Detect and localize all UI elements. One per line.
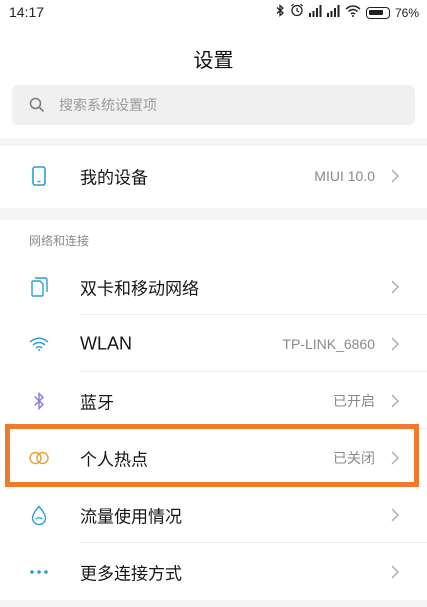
search-placeholder: 搜索系统设置项 bbox=[59, 98, 157, 114]
chevron-right-icon bbox=[391, 564, 400, 579]
status-icons: 76% bbox=[276, 3, 419, 22]
dual-sim-icon bbox=[28, 276, 50, 298]
wifi-icon bbox=[28, 333, 50, 355]
page-title: 设置 bbox=[193, 48, 234, 72]
row-label: 流量使用情况 bbox=[80, 507, 182, 527]
row-bluetooth[interactable]: 蓝牙 已开启 bbox=[0, 372, 427, 429]
row-more-connections[interactable]: 更多连接方式 bbox=[0, 543, 427, 600]
chevron-right-icon bbox=[391, 450, 400, 465]
row-data-usage[interactable]: 流量使用情况 bbox=[0, 486, 427, 543]
more-icon bbox=[28, 561, 50, 583]
row-label: 更多连接方式 bbox=[80, 564, 182, 584]
row-label: 个人热点 bbox=[80, 450, 148, 470]
row-label: 蓝牙 bbox=[80, 393, 114, 413]
search-icon bbox=[29, 97, 45, 113]
bluetooth-icon bbox=[28, 390, 50, 412]
signal-icon bbox=[326, 4, 340, 22]
my-device-label: 我的设备 bbox=[80, 168, 148, 188]
row-value: TP-LINK_6860 bbox=[282, 335, 375, 352]
row-hotspot[interactable]: 个人热点 已关闭 bbox=[0, 429, 427, 486]
separator bbox=[0, 138, 427, 146]
search-input[interactable]: 搜索系统设置项 bbox=[12, 85, 415, 125]
hotspot-icon bbox=[28, 447, 50, 469]
status-time: 14:17 bbox=[9, 4, 45, 20]
data-usage-icon bbox=[28, 504, 50, 526]
chevron-right-icon bbox=[391, 279, 400, 294]
my-device-row[interactable]: 我的设备 MIUI 10.0 bbox=[0, 147, 427, 204]
my-device-value: MIUI 10.0 bbox=[314, 167, 375, 184]
separator bbox=[0, 208, 427, 220]
row-wlan[interactable]: WLAN TP-LINK_6860 bbox=[0, 315, 427, 372]
phone-icon bbox=[28, 165, 50, 187]
row-label: 双卡和移动网络 bbox=[80, 279, 199, 299]
chevron-right-icon bbox=[391, 507, 400, 522]
section-heading: 网络和连接 bbox=[29, 234, 90, 248]
bluetooth-icon bbox=[276, 3, 285, 22]
separator bbox=[0, 600, 427, 607]
status-bar: 14:17 76% bbox=[0, 0, 427, 26]
chevron-right-icon bbox=[391, 336, 400, 351]
alarm-icon bbox=[290, 3, 304, 22]
row-value: 已开启 bbox=[333, 392, 375, 409]
signal-icon bbox=[308, 4, 322, 22]
battery-icon bbox=[365, 6, 390, 19]
row-value: 已关闭 bbox=[333, 449, 375, 466]
row-label: WLAN bbox=[80, 333, 133, 353]
battery-percent: 76% bbox=[394, 5, 419, 20]
chevron-right-icon bbox=[391, 393, 400, 408]
chevron-right-icon bbox=[391, 168, 400, 183]
wifi-icon bbox=[345, 4, 361, 22]
row-dual-sim[interactable]: 双卡和移动网络 bbox=[0, 258, 427, 315]
